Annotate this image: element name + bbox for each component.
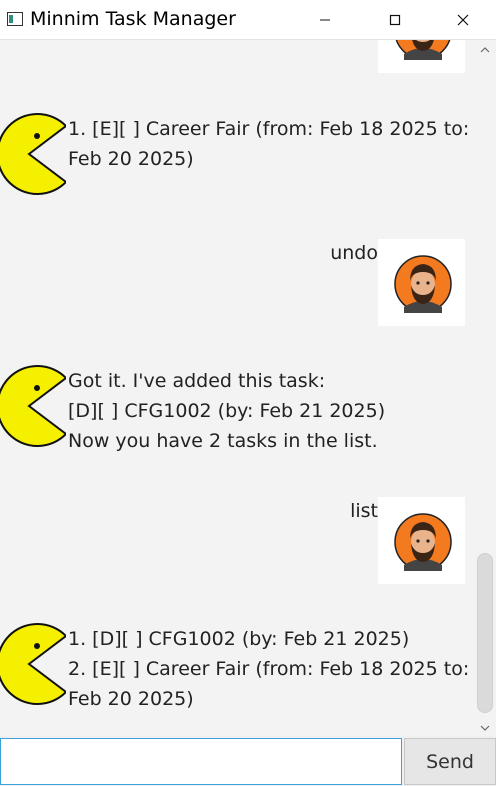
maximize-icon [389,14,401,26]
pacman-icon [0,113,66,195]
app-icon [7,12,23,26]
bot-message-line: 1. [E][ ] Career Fair (from: Feb 18 2025… [68,118,470,140]
bot-message: 1. [E][ ] Career Fair (from: Feb 18 2025… [68,114,469,174]
bot-message-line: Got it. I've added this task: [68,370,326,392]
user-message: list [350,500,378,522]
bearded-man-avatar-icon [394,255,452,313]
pacman-icon [0,365,66,447]
user-avatar [378,40,465,73]
close-button[interactable] [440,0,486,40]
minimize-icon [320,19,330,21]
user-input[interactable] [0,738,402,785]
bot-message-line: 1. [D][ ] CFG1002 (by: Feb 21 2025) [68,628,410,650]
bot-message-line: Feb 20 2025) [68,148,194,170]
scroll-down-button[interactable] [474,720,496,736]
chevron-down-icon [480,725,490,731]
vertical-scrollbar[interactable] [474,40,496,736]
bearded-man-avatar-icon [394,513,452,571]
minimize-button[interactable] [302,0,348,40]
user-message: undo [330,242,378,264]
pacman-icon [0,623,66,705]
user-avatar [378,239,465,326]
scroll-up-button[interactable] [474,42,496,58]
title-bar: Minnim Task Manager [0,0,496,40]
chevron-up-icon [480,47,490,53]
bot-message: 1. [D][ ] CFG1002 (by: Feb 21 2025) 2. [… [68,624,469,714]
close-icon [457,14,469,26]
input-bar: Send [0,736,496,786]
bearded-man-avatar-icon [395,40,451,60]
dialog-container[interactable]: 1. [E][ ] Career Fair (from: Feb 18 2025… [0,40,474,736]
bot-message: Got it. I've added this task: [D][ ] CFG… [68,366,385,456]
bot-message-line: Now you have 2 tasks in the list. [68,430,378,452]
scrollbar-thumb[interactable] [477,553,493,713]
window-title: Minnim Task Manager [30,8,236,30]
user-avatar [378,497,465,584]
maximize-button[interactable] [372,0,418,40]
bot-message-line: 2. [E][ ] Career Fair (from: Feb 18 2025… [68,658,470,680]
bot-message-line: Feb 20 2025) [68,688,194,710]
send-button[interactable]: Send [404,738,496,785]
bot-message-line: [D][ ] CFG1002 (by: Feb 21 2025) [68,400,386,422]
